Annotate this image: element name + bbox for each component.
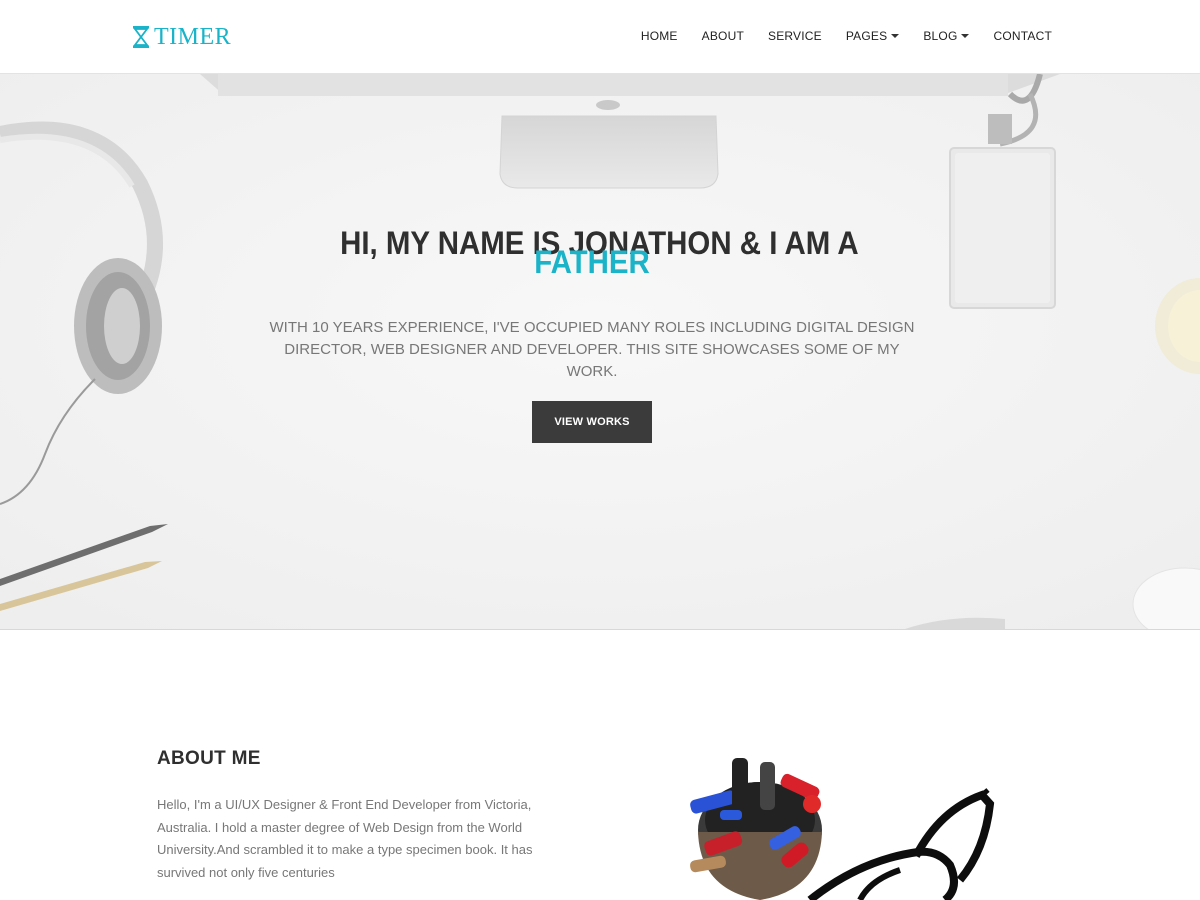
nav-item-home[interactable]: HOME — [641, 29, 678, 43]
main-nav: HOME ABOUT SERVICE PAGES BLOG CONTACT — [641, 0, 1052, 72]
nav-item-service[interactable]: SERVICE — [768, 29, 822, 43]
nav-item-about[interactable]: ABOUT — [702, 29, 744, 43]
pens-and-glasses-image — [690, 758, 995, 900]
hero-role: FATHER — [534, 244, 650, 280]
about-text: Hello, I'm a UI/UX Designer & Front End … — [157, 797, 533, 880]
nav-label: SERVICE — [767, 29, 822, 43]
nav-item-pages[interactable]: PAGES — [845, 29, 900, 43]
view-works-button[interactable]: VIEW WORKS — [532, 401, 652, 443]
brand-logo[interactable]: TIMER — [132, 24, 231, 50]
brand-name: TIMER — [154, 24, 232, 50]
hero-description: WITH 10 YEARS EXPERIENCE, I'VE OCCUPIED … — [269, 319, 915, 380]
nav-label: CONTACT — [993, 29, 1052, 43]
nav-item-contact[interactable]: CONTACT — [993, 29, 1052, 43]
about-title: ABOUT ME — [157, 748, 261, 769]
nav-label: PAGES — [845, 29, 888, 43]
nav-label: ABOUT — [701, 29, 744, 43]
caret-down-icon — [891, 34, 900, 38]
hero-section: HI, MY NAME IS JONATHON & I AM A FATHER … — [0, 74, 1200, 630]
nav-item-blog[interactable]: BLOG — [923, 29, 970, 43]
hourglass-icon — [133, 26, 149, 48]
caret-down-icon — [961, 34, 970, 38]
site-header: TIMER HOME ABOUT SERVICE PAGES BLOG CONT… — [0, 0, 1200, 74]
nav-label: HOME — [640, 29, 678, 43]
nav-label: BLOG — [923, 29, 958, 43]
